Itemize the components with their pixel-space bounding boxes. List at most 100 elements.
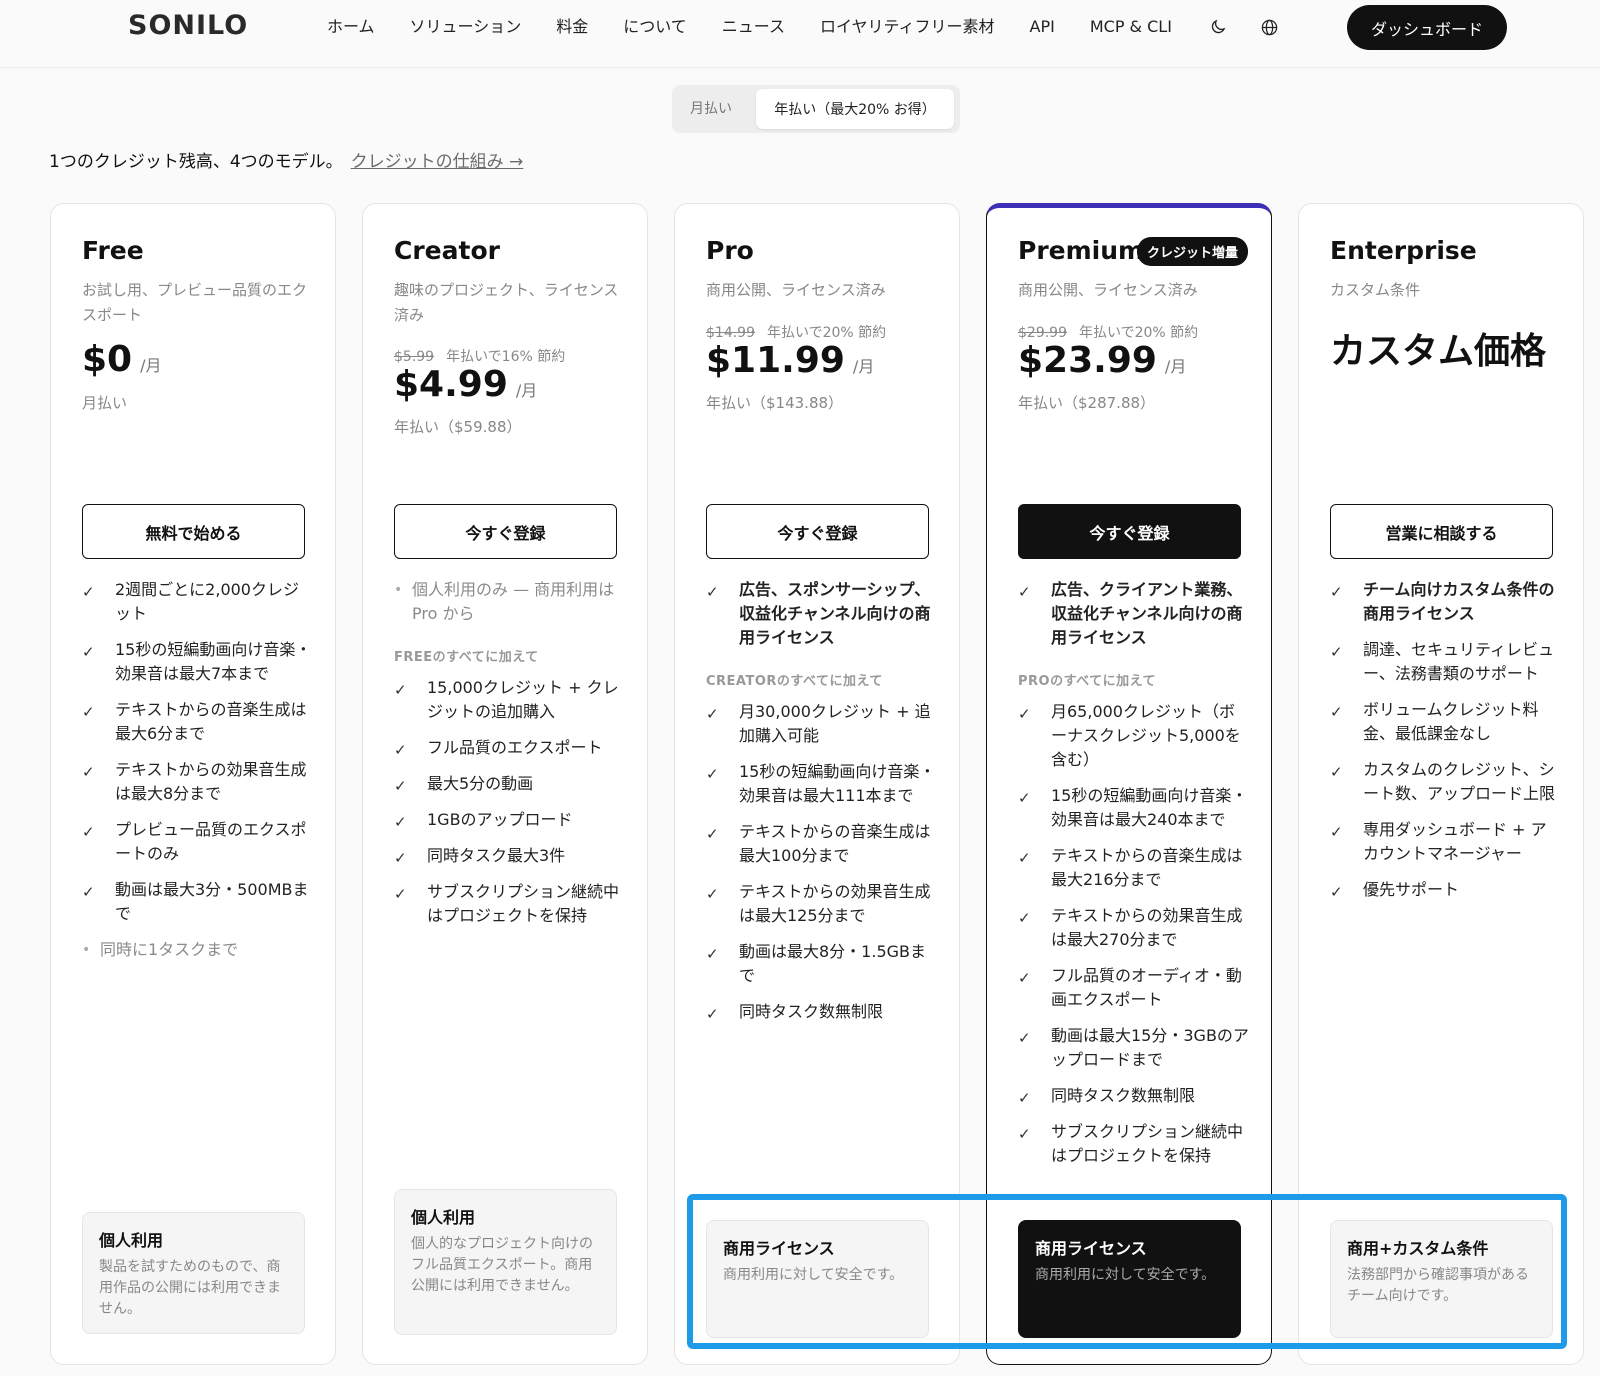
billing-note: 年払い（$59.88） (394, 418, 522, 436)
price-row: $4.99 /月 (394, 364, 537, 405)
nav-about[interactable]: について (623, 14, 687, 40)
feature-item: ✓ 月65,000クレジット（ボーナスクレジット5,000を含む） (1018, 702, 1241, 769)
check-icon: ✓ (82, 763, 95, 781)
price-period: /月 (515, 381, 538, 400)
plan-description: 商用公開、ライセンス済み (1018, 281, 1198, 299)
feature-item: ✓ 同時タスク数無制限 (706, 1000, 938, 1024)
license-title: 個人利用 (411, 1208, 476, 1227)
feature-item: ✓ 同時タスク最大3件 (394, 844, 626, 868)
bullet-icon: • (394, 582, 403, 598)
section-label: FREEのすべてに加えて (394, 650, 539, 665)
original-price: $5.99 (394, 349, 435, 365)
feature-item: ✓ テキストからの音楽生成は最大100分まで (706, 822, 931, 865)
savings-text: 年払いで16% 節約 (446, 349, 566, 365)
feature-item: ✓ 動画は最大15分・3GBのアップロードまで (1018, 1026, 1249, 1069)
main-nav: ホーム ソリューション 料金 について ニュース ロイヤリティフリー素材 API… (327, 14, 1311, 40)
feature-item: ✓ サブスクリプション継続中はプロジェクトを保持 (394, 882, 620, 925)
feature-list: ✓ チーム向けカスタム条件の商用ライセンス ✓ 調達、セキュリティレビュー、法務書類… (1330, 578, 1562, 914)
bullet-icon: • (82, 942, 91, 958)
check-icon: ✓ (1018, 1125, 1031, 1143)
signup-button[interactable]: 今すぐ登録 (394, 504, 617, 559)
check-icon: ✓ (706, 705, 719, 723)
nav-mcp-cli[interactable]: MCP & CLI (1090, 14, 1172, 40)
feature-list: ✓ 2週間ごとに2,000クレジット ✓ 15秒の短編動画向け音楽・効果音は最大7本… (82, 578, 314, 974)
limit-list: • 個人利用のみ — 商用利用は Pro から (394, 578, 626, 638)
billing-annual-option[interactable]: 年払い（最大20% お得） (756, 89, 954, 129)
license-text: 商用利用に対して安全です。 (723, 1267, 904, 1283)
feature-list: ✓ 月30,000クレジット + 追加購入可能 ✓ 15秒の短編動画向け音楽・効果音… (706, 700, 938, 1036)
nav-news[interactable]: ニュース (722, 14, 785, 40)
nav-home[interactable]: ホーム (327, 14, 375, 40)
moon-icon[interactable] (1207, 16, 1229, 38)
signup-button[interactable]: 今すぐ登録 (1018, 504, 1241, 559)
dashboard-button[interactable]: ダッシュボード (1347, 5, 1507, 50)
license-info-box: 商用ライセンス 商用利用に対して安全です。 (706, 1220, 929, 1338)
feature-item: ✓ 動画は最大3分・500MBまで (82, 880, 309, 923)
check-icon: ✓ (82, 643, 95, 661)
feature-item-lead: ✓ 広告、スポンサーシップ、収益化チャンネル向けの商用ライセンス (706, 580, 931, 647)
plan-description: 商用公開、ライセンス済み (706, 281, 886, 299)
plan-description: お試し用、プレビュー品質のエクスポート (82, 281, 308, 324)
nav-pricing[interactable]: 料金 (556, 14, 588, 40)
plan-name: Creator (394, 236, 500, 265)
start-free-button[interactable]: 無料で始める (82, 504, 305, 559)
logo[interactable]: SONILO (128, 10, 248, 41)
price-row: $0 /月 (82, 339, 162, 380)
contact-sales-button[interactable]: 営業に相談する (1330, 504, 1553, 559)
check-icon: ✓ (1018, 705, 1031, 723)
original-price: $29.99 (1018, 325, 1067, 341)
credits-link[interactable]: クレジットの仕組み → (351, 152, 524, 172)
globe-icon[interactable] (1259, 16, 1281, 38)
plan-card-enterprise: Enterprise カスタム条件 カスタム価格 営業に相談する ✓ チーム向けカ… (1298, 203, 1584, 1365)
feature-item: ✓ 調達、セキュリティレビュー、法務書類のサポート (1330, 640, 1555, 683)
check-icon: ✓ (394, 813, 407, 831)
feature-list: ✓ 15,000クレジット + クレジットの追加購入 ✓ フル品質のエクスポート ✓… (394, 676, 626, 940)
check-icon: ✓ (1018, 849, 1031, 867)
feature-item: ✓ ボリュームクレジット料金、最低課金なし (1330, 700, 1539, 743)
price-period: /月 (140, 356, 162, 375)
check-icon: ✓ (1330, 643, 1343, 661)
feature-limit-item: • 同時に1タスクまで (82, 938, 314, 962)
plan-price: $11.99 (706, 340, 845, 381)
check-icon: ✓ (82, 703, 95, 721)
check-icon: ✓ (1330, 583, 1343, 601)
billing-monthly-option[interactable]: 月払い (690, 98, 732, 118)
plan-name: Free (82, 236, 144, 265)
price-row: $23.99 /月 (1018, 340, 1186, 381)
plan-description: カスタム条件 (1330, 281, 1421, 299)
subtitle-text: 1つのクレジット残高、4つのモデル。 (49, 152, 343, 172)
feature-item: ✓ 専用ダッシュボード + アカウントマネージャー (1330, 820, 1547, 863)
plan-price: $23.99 (1018, 340, 1157, 381)
nav-solutions[interactable]: ソリューション (410, 14, 522, 40)
site-header: SONILO ホーム ソリューション 料金 について ニュース ロイヤリティフリ… (0, 0, 1600, 68)
license-title: 商用ライセンス (1035, 1239, 1147, 1258)
check-icon: ✓ (1018, 1089, 1031, 1107)
check-icon: ✓ (1330, 703, 1343, 721)
check-icon: ✓ (706, 765, 719, 783)
check-icon: ✓ (1330, 823, 1343, 841)
feature-item: ✓ サブスクリプション継続中はプロジェクトを保持 (1018, 1122, 1244, 1165)
feature-item: ✓ 2週間ごとに2,000クレジット (82, 580, 299, 623)
savings-text: 年払いで20% 節約 (767, 325, 887, 341)
plan-name: Premium (1018, 236, 1145, 265)
check-icon: ✓ (706, 583, 719, 601)
savings-text: 年払いで20% 節約 (1079, 325, 1199, 341)
check-icon: ✓ (394, 885, 407, 903)
feature-item: ✓ 最大5分の動画 (394, 772, 626, 796)
feature-item: ✓ 15,000クレジット + クレジットの追加購入 (394, 678, 619, 721)
check-icon: ✓ (82, 883, 95, 901)
nav-api[interactable]: API (1030, 14, 1055, 40)
license-info-box: 商用ライセンス 商用利用に対して安全です。 (1018, 1220, 1241, 1338)
license-text: 製品を試すためのもので、商用作品の公開には利用できません。 (99, 1259, 281, 1317)
price-period: /月 (1164, 357, 1187, 376)
plan-price: $4.99 (394, 364, 508, 405)
signup-button[interactable]: 今すぐ登録 (706, 504, 929, 559)
plan-card-free: Free お試し用、プレビュー品質のエクスポート $0 /月 月払い 無料で始め… (50, 203, 336, 1365)
check-icon: ✓ (1018, 1029, 1031, 1047)
check-icon: ✓ (1330, 883, 1343, 901)
nav-royalty-free[interactable]: ロイヤリティフリー素材 (820, 14, 995, 40)
feature-item: ✓ 優先サポート (1330, 878, 1562, 902)
original-price: $14.99 (706, 325, 755, 341)
license-info-box: 個人利用 製品を試すためのもので、商用作品の公開には利用できません。 (82, 1212, 305, 1334)
license-text: 法務部門から確認事項があるチーム向けです。 (1347, 1267, 1529, 1304)
